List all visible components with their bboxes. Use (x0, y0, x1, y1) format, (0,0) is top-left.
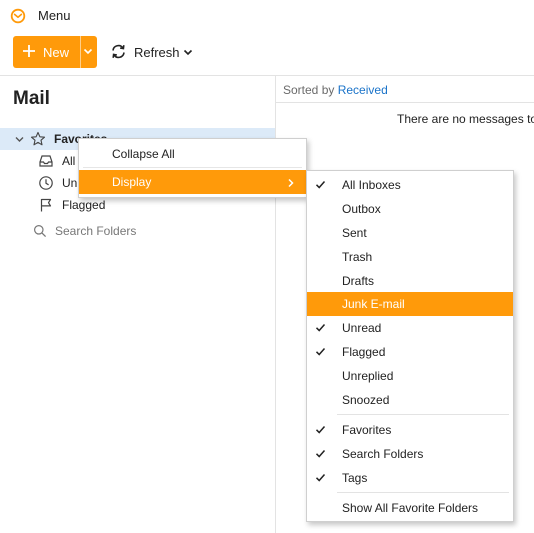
app-logo-icon[interactable] (10, 8, 26, 24)
checkmark-icon (315, 424, 326, 438)
submenu-item-label: All Inboxes (342, 178, 401, 192)
submenu-item-label: Outbox (342, 202, 381, 216)
submenu-item-flagged[interactable]: Flagged (307, 340, 513, 364)
submenu-item-label: Search Folders (342, 447, 424, 461)
flag-icon (38, 197, 54, 216)
chevron-down-icon (82, 45, 94, 60)
submenu-item-drafts[interactable]: Drafts (307, 269, 513, 293)
chevron-right-icon (286, 177, 296, 191)
submenu-item-favorites[interactable]: Favorites (307, 418, 513, 442)
sorted-by-label: Sorted by (283, 83, 335, 97)
new-button-label: New (43, 45, 70, 60)
submenu-item-all-inboxes[interactable]: All Inboxes (307, 173, 513, 197)
menu-separator (337, 492, 509, 493)
sorted-by-value[interactable]: Received (338, 83, 388, 97)
refresh-label: Refresh (134, 45, 180, 60)
submenu-item-unread[interactable]: Unread (307, 316, 513, 340)
submenu-item-label: Flagged (342, 345, 386, 359)
sort-divider (276, 102, 534, 103)
new-split-button: New (13, 36, 97, 68)
submenu-item-label: Favorites (342, 423, 392, 437)
submenu-item-label: Unreplied (342, 369, 394, 383)
empty-list-message: There are no messages to s (397, 112, 534, 126)
submenu-item-label: Trash (342, 250, 373, 264)
submenu-item-show-all-favorite-folders[interactable]: Show All Favorite Folders (307, 496, 513, 520)
checkmark-icon (315, 346, 326, 360)
refresh-button[interactable]: Refresh (110, 42, 200, 62)
submenu-item-sent[interactable]: Sent (307, 221, 513, 245)
menu-separator (337, 414, 509, 415)
menu-bar: Menu (0, 0, 534, 32)
submenu-item-trash[interactable]: Trash (307, 245, 513, 269)
submenu-item-label: Show All Favorite Folders (342, 501, 479, 515)
checkmark-icon (315, 472, 326, 486)
submenu-item-label: Snoozed (342, 393, 390, 407)
checkmark-icon (315, 179, 326, 193)
refresh-icon (110, 43, 127, 63)
submenu-item-label: Junk E-mail (342, 297, 405, 311)
submenu-item-snoozed[interactable]: Snoozed (307, 388, 513, 412)
menu-item-label: Display (112, 175, 152, 189)
search-icon (33, 224, 47, 241)
menu-separator (83, 167, 302, 168)
menu-item-collapse-all[interactable]: Collapse All (79, 143, 306, 165)
menu-label[interactable]: Menu (38, 8, 71, 23)
context-menu: Collapse All Display (78, 138, 307, 198)
submenu-item-label: Drafts (342, 274, 375, 288)
star-icon (30, 131, 46, 150)
new-button[interactable]: New (13, 36, 79, 68)
submenu-item-label: Sent (342, 226, 367, 240)
clock-icon (38, 175, 54, 194)
chevron-down-icon[interactable] (182, 46, 194, 61)
inbox-icon (38, 153, 54, 172)
search-folders-label: Search Folders (55, 224, 137, 238)
search-folders-item[interactable]: Search Folders (0, 220, 275, 242)
submenu-item-tags[interactable]: Tags (307, 466, 513, 490)
sidebar-item-label: Flagged (62, 198, 106, 212)
sort-control[interactable]: Sorted by Received (283, 83, 388, 97)
checkmark-icon (315, 448, 326, 462)
submenu-item-outbox[interactable]: Outbox (307, 197, 513, 221)
submenu-item-label: Unread (342, 321, 382, 335)
mail-heading: Mail (13, 88, 50, 109)
display-submenu: All Inboxes Outbox Sent Trash Drafts Jun… (306, 170, 514, 522)
submenu-item-label: Tags (342, 471, 368, 485)
menu-item-label: Collapse All (112, 147, 175, 161)
new-dropdown-button[interactable] (81, 36, 97, 68)
checkmark-icon (315, 322, 326, 336)
submenu-item-junk-email[interactable]: Junk E-mail (307, 292, 513, 316)
menu-item-display[interactable]: Display (79, 170, 306, 194)
submenu-item-search-folders[interactable]: Search Folders (307, 442, 513, 466)
submenu-item-unreplied[interactable]: Unreplied (307, 364, 513, 388)
chevron-down-icon[interactable] (14, 134, 25, 148)
